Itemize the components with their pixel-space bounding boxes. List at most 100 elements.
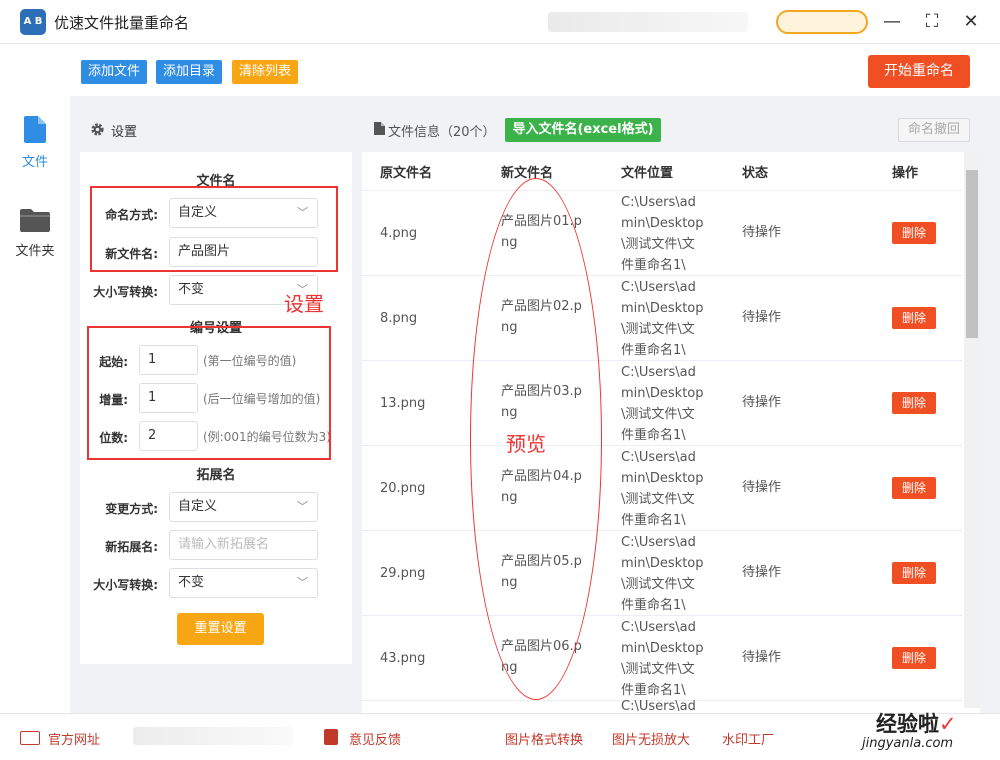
feedback-link[interactable]: 意见反馈 (349, 729, 401, 748)
file-location-line: \测试文件\文 (621, 492, 695, 507)
original-filename: 43.png (380, 651, 426, 666)
nav-item-folder[interactable]: 文件夹 (0, 208, 70, 259)
delete-button[interactable]: 删除 (892, 477, 936, 499)
folder-icon (20, 209, 50, 232)
original-filename: 20.png (380, 481, 426, 496)
column-header-status: 状态 (742, 166, 769, 181)
file-location-line: 件重命名1\ (621, 598, 686, 613)
file-info-count: 文件信息（20个） (388, 125, 496, 140)
delete-button[interactable]: 删除 (892, 562, 936, 584)
annotation-box-numbering (87, 326, 331, 460)
original-filename: 4.png (380, 226, 418, 241)
delete-button[interactable]: 删除 (892, 307, 936, 329)
app-logo-icon: A B (20, 9, 46, 35)
ext-case-label: 大小写转换: (93, 578, 158, 592)
undo-rename-button[interactable]: 命名撤回 (898, 118, 970, 142)
original-filename: 13.png (380, 396, 426, 411)
original-filename: 8.png (380, 311, 418, 326)
file-location-line: min\Desktop (621, 641, 704, 656)
start-rename-button[interactable]: 开始重命名 (868, 55, 970, 88)
status-text: 待操作 (742, 480, 782, 495)
scrollbar-thumb[interactable] (966, 170, 978, 338)
file-location-line: min\Desktop (621, 301, 704, 316)
ext-case-value: 不变 (178, 575, 205, 590)
format-convert-link[interactable]: 图片格式转换 (505, 729, 583, 748)
gear-icon (90, 122, 105, 141)
file-location-line: \测试文件\文 (621, 237, 695, 252)
new-extension-input[interactable]: 请输入新拓展名 (169, 530, 318, 560)
file-location-line: min\Desktop (621, 386, 704, 401)
file-location-line: \测试文件\文 (621, 322, 695, 337)
status-text: 待操作 (742, 310, 782, 325)
status-text: 待操作 (742, 565, 782, 580)
nav-label-folder: 文件夹 (15, 244, 55, 259)
file-location-line: 件重命名1\ (621, 513, 686, 528)
import-excel-button[interactable]: 导入文件名(excel格式) (505, 118, 661, 142)
file-location-line: \测试文件\文 (621, 407, 695, 422)
new-ext-label: 新拓展名: (105, 540, 158, 554)
file-location-line: 件重命名1\ (621, 428, 686, 443)
chevron-down-icon: ﹀ (297, 500, 308, 513)
watermark-brand: 经验啦✓ (876, 708, 957, 738)
column-header-new: 新文件名 (501, 166, 554, 181)
maximize-icon[interactable]: ⛶ (918, 8, 946, 36)
official-website-link[interactable]: 官方网址 (48, 729, 100, 748)
column-header-original: 原文件名 (380, 166, 433, 181)
document-icon (374, 122, 385, 139)
delete-button[interactable]: 删除 (892, 392, 936, 414)
user-info-redacted (548, 12, 748, 32)
ext-mode-select[interactable]: 自定义 ﹀ (169, 492, 318, 522)
status-text: 待操作 (742, 395, 782, 410)
column-header-action: 操作 (892, 166, 919, 181)
case-convert-label: 大小写转换: (93, 285, 158, 299)
file-location-line: 件重命名1\ (621, 258, 686, 273)
status-text: 待操作 (742, 650, 782, 665)
website-icon (20, 731, 40, 745)
file-location-line: C:\Users\ad (621, 195, 696, 210)
delete-button[interactable]: 删除 (892, 222, 936, 244)
watermark-url: jingyanla.com (862, 736, 954, 751)
reset-settings-button[interactable]: 重置设置 (177, 613, 264, 645)
file-location-line: C:\Users\ad (621, 365, 696, 380)
ext-case-select[interactable]: 不变 ﹀ (169, 568, 318, 598)
watermark-brand-text: 经验啦 (876, 712, 939, 736)
case-convert-value: 不变 (178, 282, 205, 297)
status-text: 待操作 (742, 225, 782, 240)
add-file-button[interactable]: 添加文件 (81, 60, 148, 84)
original-filename: 29.png (380, 566, 426, 581)
annotation-box-filename (90, 186, 338, 272)
feedback-icon (324, 729, 338, 745)
redacted-footer-item (133, 727, 293, 745)
file-location-line: C:\Users\ad (621, 450, 696, 465)
file-location-line: C:\Users\ad (621, 620, 696, 635)
file-location-line: min\Desktop (621, 471, 704, 486)
file-location-line: 件重命名1\ (621, 683, 686, 698)
nav-label-file: 文件 (21, 155, 48, 170)
file-location-line: min\Desktop (621, 216, 704, 231)
file-icon (24, 116, 46, 143)
column-header-location: 文件位置 (621, 166, 674, 181)
minimize-icon[interactable]: — (878, 8, 906, 36)
file-location-line: C:\Users\ad (621, 535, 696, 550)
add-directory-button[interactable]: 添加目录 (156, 60, 223, 84)
partial-row-location: C:\Users\ad (621, 700, 696, 713)
annotation-preview-text: 预览 (506, 432, 546, 456)
nav-item-file[interactable]: 文件 (0, 116, 70, 170)
annotation-settings-text: 设置 (284, 292, 324, 316)
settings-title: 设置 (111, 125, 138, 140)
extension-section-title: 拓展名 (196, 468, 236, 483)
file-location-line: 件重命名1\ (621, 343, 686, 358)
file-location-line: C:\Users\ad (621, 280, 696, 295)
account-button[interactable] (776, 10, 868, 34)
clear-list-button[interactable]: 清除列表 (232, 60, 299, 84)
lossless-zoom-link[interactable]: 图片无损放大 (612, 729, 690, 748)
watermark-factory-link[interactable]: 水印工厂 (722, 729, 774, 748)
checkmark-icon: ✓ (939, 712, 957, 736)
file-location-line: \测试文件\文 (621, 577, 695, 592)
close-icon[interactable]: ✕ (957, 8, 985, 36)
app-title: 优速文件批量重命名 (54, 14, 190, 32)
ext-mode-value: 自定义 (178, 499, 218, 514)
delete-button[interactable]: 删除 (892, 647, 936, 669)
file-location-line: min\Desktop (621, 556, 704, 571)
chevron-down-icon: ﹀ (297, 576, 308, 589)
